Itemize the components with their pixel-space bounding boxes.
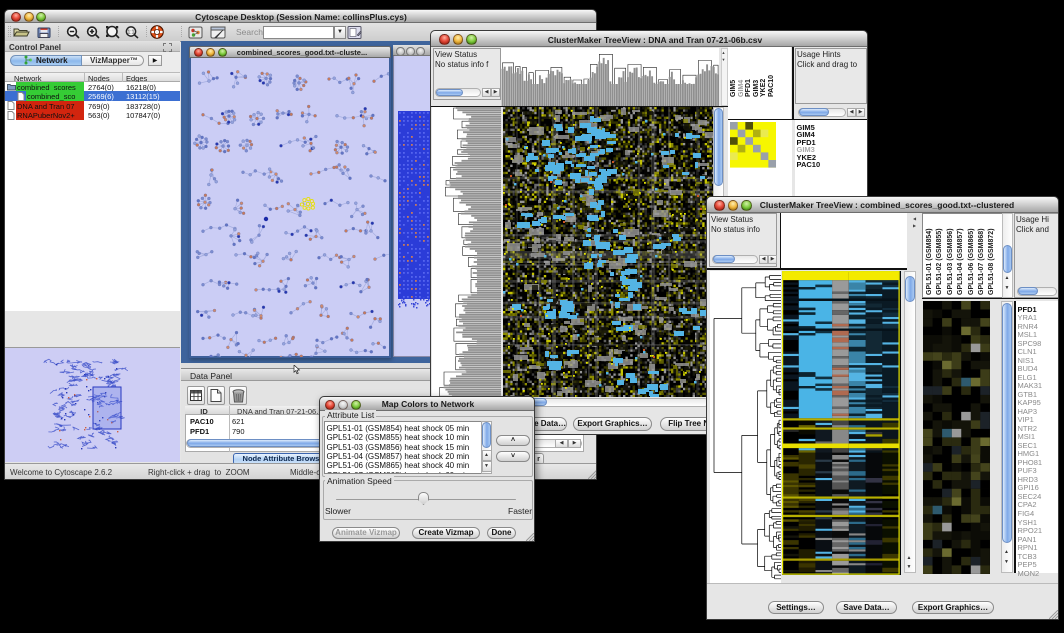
svg-text:1:1: 1:1	[128, 30, 135, 36]
